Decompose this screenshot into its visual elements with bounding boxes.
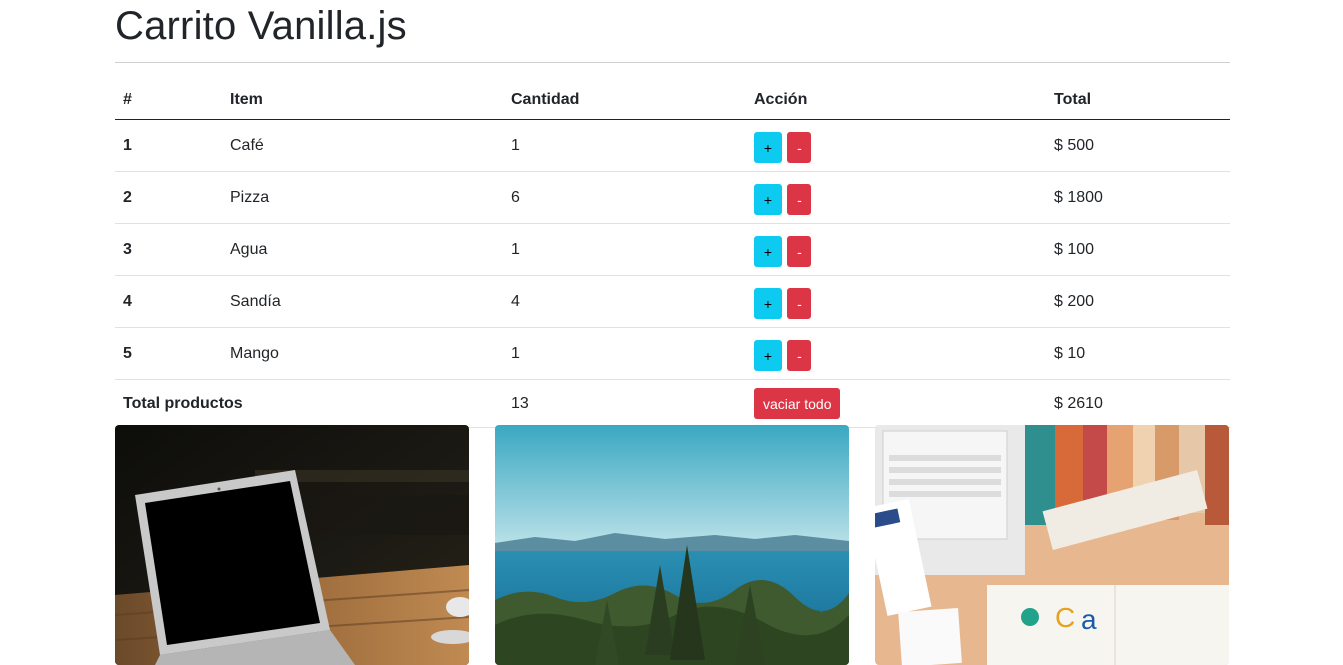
- total-quantity: 13: [503, 379, 746, 428]
- row-item: Pizza: [222, 171, 503, 224]
- row-item: Agua: [222, 223, 503, 276]
- grand-total: $ 2610: [1046, 379, 1230, 428]
- row-actions: + -: [746, 223, 1046, 276]
- desk-photo: C a: [875, 425, 1229, 665]
- landscape-photo: [495, 425, 849, 665]
- card-desk[interactable]: C a: [875, 425, 1229, 665]
- svg-text:a: a: [1081, 604, 1097, 635]
- row-quantity: 6: [503, 171, 746, 224]
- row-item: Sandía: [222, 275, 503, 328]
- decrease-button[interactable]: -: [787, 184, 812, 215]
- decrease-button[interactable]: -: [787, 132, 812, 163]
- table-header-row: # Item Cantidad Acción Total: [115, 80, 1230, 120]
- row-quantity: 1: [503, 223, 746, 276]
- row-quantity: 1: [503, 327, 746, 380]
- cart-table: # Item Cantidad Acción Total 1 Café 1 + …: [115, 80, 1230, 428]
- row-item: Café: [222, 119, 503, 172]
- total-products-label: Total productos: [115, 379, 503, 428]
- main-container: Carrito Vanilla.js # Item Cantidad Acció…: [115, 0, 1230, 665]
- table-row: 5 Mango 1 + - $ 10: [115, 327, 1230, 380]
- laptop-photo: [115, 425, 469, 665]
- row-total: $ 200: [1046, 275, 1230, 328]
- increase-button[interactable]: +: [754, 184, 782, 215]
- table-row: 3 Agua 1 + - $ 100: [115, 223, 1230, 276]
- title-divider: [115, 62, 1230, 63]
- clear-all-button[interactable]: vaciar todo: [754, 388, 841, 419]
- table-row: 4 Sandía 4 + - $ 200: [115, 275, 1230, 328]
- row-actions: + -: [746, 275, 1046, 328]
- row-total: $ 500: [1046, 119, 1230, 172]
- header-quantity: Cantidad: [503, 80, 746, 120]
- row-number: 5: [115, 327, 222, 380]
- row-number: 3: [115, 223, 222, 276]
- row-number: 2: [115, 171, 222, 224]
- card-laptop[interactable]: [115, 425, 469, 665]
- row-total: $ 1800: [1046, 171, 1230, 224]
- card-landscape[interactable]: [495, 425, 849, 665]
- row-number: 1: [115, 119, 222, 172]
- increase-button[interactable]: +: [754, 340, 782, 371]
- row-total: $ 10: [1046, 327, 1230, 380]
- row-actions: + -: [746, 171, 1046, 224]
- svg-text:C: C: [1055, 602, 1075, 633]
- header-number: #: [115, 80, 222, 120]
- row-quantity: 4: [503, 275, 746, 328]
- row-actions: + -: [746, 119, 1046, 172]
- decrease-button[interactable]: -: [787, 340, 812, 371]
- page-title: Carrito Vanilla.js: [115, 4, 407, 48]
- row-item: Mango: [222, 327, 503, 380]
- increase-button[interactable]: +: [754, 132, 782, 163]
- increase-button[interactable]: +: [754, 288, 782, 319]
- header-item: Item: [222, 80, 503, 120]
- product-cards: C a: [115, 425, 1230, 665]
- table-row: 2 Pizza 6 + - $ 1800: [115, 171, 1230, 224]
- table-footer-row: Total productos 13 vaciar todo $ 2610: [115, 379, 1230, 428]
- increase-button[interactable]: +: [754, 236, 782, 267]
- row-number: 4: [115, 275, 222, 328]
- header-action: Acción: [746, 80, 1046, 120]
- row-quantity: 1: [503, 119, 746, 172]
- row-actions: + -: [746, 327, 1046, 380]
- row-total: $ 100: [1046, 223, 1230, 276]
- table-row: 1 Café 1 + - $ 500: [115, 119, 1230, 172]
- header-total: Total: [1046, 80, 1230, 120]
- footer-actions: vaciar todo: [746, 379, 1046, 428]
- decrease-button[interactable]: -: [787, 236, 812, 267]
- decrease-button[interactable]: -: [787, 288, 812, 319]
